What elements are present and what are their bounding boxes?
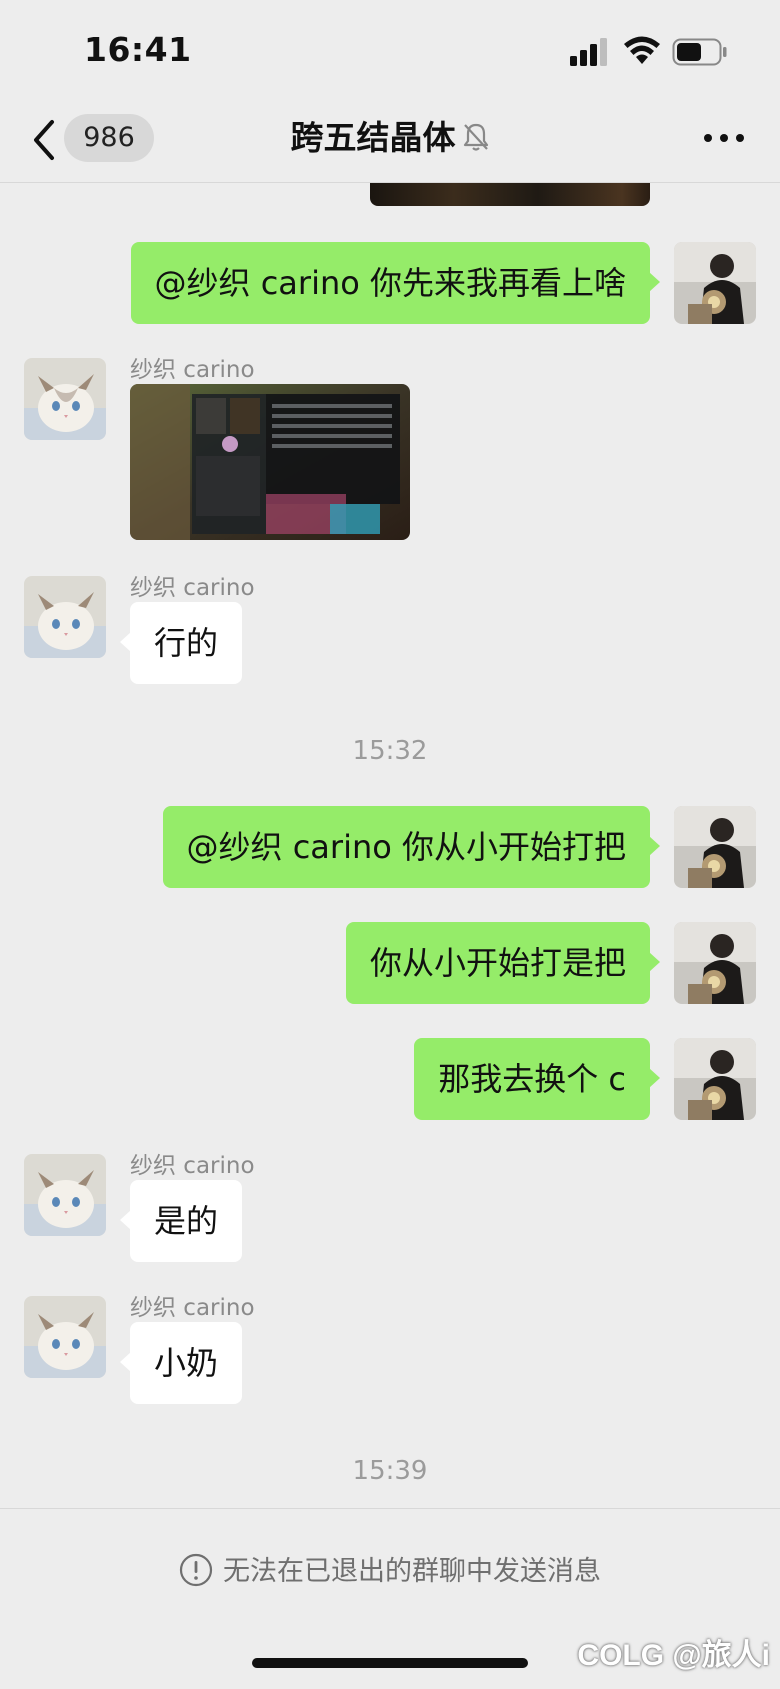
- sender-name: 纱织 carino: [130, 1153, 255, 1179]
- message-text: @纱织 carino 你从小开始打把: [186, 828, 626, 866]
- message-text: 是的: [154, 1202, 219, 1240]
- self-avatar[interactable]: [674, 922, 756, 1004]
- sender-name: 纱织 carino: [130, 357, 255, 383]
- self-avatar-image: [674, 1038, 756, 1120]
- muted-bell-icon: [463, 123, 488, 151]
- message-timestamp: 15:39: [352, 1456, 428, 1486]
- message-bubble-other[interactable]: 行的: [119, 602, 243, 684]
- message-bubble-self[interactable]: @纱织 carino 你先来我再看上啥: [130, 242, 661, 324]
- message-bubble-self[interactable]: 你从小开始打是把: [345, 922, 661, 1004]
- warning-circle-icon: [179, 1553, 213, 1586]
- chat-title: 跨五结晶体: [290, 118, 456, 157]
- cellular-signal-icon: [570, 38, 607, 66]
- wifi-icon: [624, 36, 660, 64]
- cat-avatar-image: [24, 1296, 106, 1378]
- other-avatar[interactable]: [24, 1296, 106, 1378]
- home-indicator[interactable]: [252, 1658, 528, 1668]
- message-text: @纱织 carino 你先来我再看上啥: [154, 264, 626, 302]
- battery-icon: [672, 38, 727, 66]
- message-bubble-self[interactable]: 那我去换个 c: [414, 1038, 660, 1120]
- status-bar: 16:41: [0, 0, 780, 100]
- status-time: 16:41: [84, 30, 192, 69]
- previous-image-message[interactable]: [370, 180, 650, 206]
- self-avatar[interactable]: [674, 1038, 756, 1120]
- message-timestamp: 15:32: [352, 736, 428, 766]
- sender-name: 纱织 carino: [130, 1295, 255, 1321]
- chat-title-container[interactable]: 跨五结晶体: [0, 114, 780, 162]
- chat-header: 986 跨五结晶体: [0, 100, 780, 183]
- other-avatar[interactable]: [24, 1154, 106, 1236]
- message-text: 那我去换个 c: [438, 1060, 626, 1098]
- self-avatar[interactable]: [674, 806, 756, 888]
- image-message[interactable]: [130, 384, 410, 540]
- message-text: 小奶: [154, 1344, 219, 1382]
- game-screenshot-image: [130, 384, 410, 540]
- message-bubble-other[interactable]: 小奶: [119, 1322, 243, 1404]
- self-avatar-image: [674, 806, 756, 888]
- cat-avatar-image: [24, 576, 106, 658]
- other-avatar[interactable]: [24, 576, 106, 658]
- message-bubble-other[interactable]: 是的: [119, 1180, 243, 1262]
- message-text: 你从小开始打是把: [369, 944, 626, 982]
- self-avatar-image: [674, 922, 756, 1004]
- cat-avatar-image: [24, 358, 106, 440]
- watermark: COLG @旅人i: [577, 1639, 770, 1672]
- message-text: 行的: [154, 624, 219, 662]
- left-group-notice: 无法在已退出的群聊中发送消息: [0, 1549, 780, 1588]
- more-dots-icon[interactable]: [702, 130, 746, 146]
- other-avatar[interactable]: [24, 358, 106, 440]
- notice-text: 无法在已退出的群聊中发送消息: [223, 1556, 601, 1587]
- sender-name: 纱织 carino: [130, 575, 255, 601]
- cat-avatar-image: [24, 1154, 106, 1236]
- self-avatar[interactable]: [674, 242, 756, 324]
- message-bubble-self[interactable]: @纱织 carino 你从小开始打把: [162, 806, 661, 888]
- self-avatar-image: [674, 242, 756, 324]
